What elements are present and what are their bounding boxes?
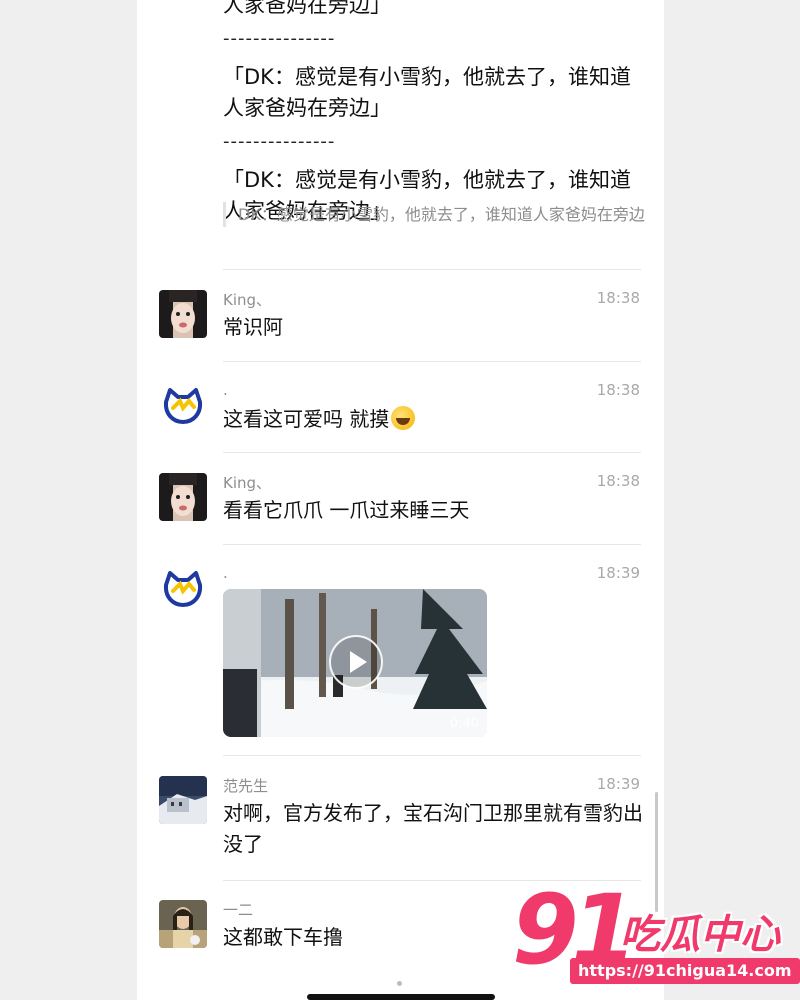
quote-divider: --------------- [223, 131, 336, 152]
sender-name[interactable]: 范先生 [223, 775, 268, 796]
divider [223, 269, 641, 270]
play-icon[interactable] [329, 635, 383, 689]
watermark-url: https://91chigua14.com [570, 958, 800, 984]
chat-panel: 人家爸妈在旁边」 --------------- 「DK：感觉是有小雪豹，他就去… [137, 0, 664, 1000]
quote-divider: --------------- [223, 28, 336, 49]
message-time: 18:39 [596, 564, 640, 582]
message-text-row: 这看这可爱吗 就摸 [223, 404, 643, 435]
laughing-crying-emoji-icon [391, 406, 416, 430]
cat-logo-icon [159, 382, 207, 430]
message-text: 对啊，官方发布了，宝石沟门卫那里就有雪豹出没了 [223, 801, 643, 856]
divider [223, 755, 641, 756]
divider [223, 361, 641, 362]
page-indicator-dot [397, 981, 402, 986]
message-text: 这看这可爱吗 就摸 [223, 407, 390, 431]
divider [223, 544, 641, 545]
avatar[interactable] [159, 565, 207, 613]
quoted-reference[interactable]: DK：感觉是有小雪豹，他就去了，谁知道人家爸妈在旁边 [223, 202, 658, 227]
watermark-text: 吃瓜中心 [620, 912, 780, 958]
message-text: 看看它爪爪 一爪过来睡三天 [223, 498, 470, 522]
avatar[interactable] [159, 382, 207, 430]
home-indicator[interactable] [307, 994, 495, 1000]
avatar[interactable] [159, 290, 207, 338]
video-duration: 0:40 [449, 716, 479, 731]
quote-line: 「DK：感觉是有小雪豹，他就去了，谁知道 [223, 168, 631, 192]
avatar[interactable] [159, 776, 207, 824]
watermark: 91 吃瓜中心 https://91chigua14.com [512, 874, 800, 990]
quote-line: 人家爸妈在旁边」 [223, 0, 391, 17]
quote-line: 「DK：感觉是有小雪豹，他就去了，谁知道 [223, 65, 631, 89]
avatar[interactable] [159, 900, 207, 948]
cat-logo-icon [159, 565, 207, 613]
sender-name[interactable]: 一二 [223, 899, 253, 920]
quote-line: 人家爸妈在旁边」 [223, 96, 391, 120]
message-text: 常识阿 [223, 315, 283, 339]
quoted-message-block: 人家爸妈在旁边」 --------------- 「DK：感觉是有小雪豹，他就去… [223, 0, 643, 227]
sender-name[interactable]: King、 [223, 472, 271, 493]
message-time: 18:38 [596, 472, 640, 490]
sender-name[interactable]: King、 [223, 289, 271, 310]
sender-name[interactable]: . [223, 381, 228, 399]
sender-name[interactable]: . [223, 564, 228, 582]
divider [223, 452, 641, 453]
message-time: 18:38 [596, 289, 640, 307]
message-time: 18:38 [596, 381, 640, 399]
video-message[interactable]: 0:40 [223, 589, 487, 737]
message-time: 18:39 [596, 775, 640, 793]
avatar[interactable] [159, 473, 207, 521]
